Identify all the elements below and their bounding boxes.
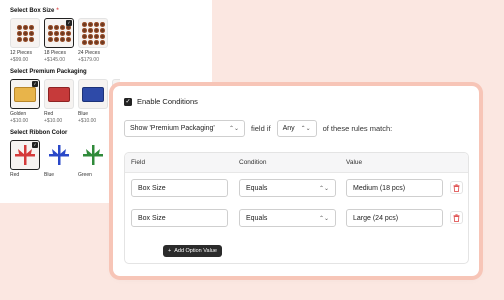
- trash-icon: [453, 213, 460, 222]
- option-red[interactable]: Red +$10.00: [44, 79, 74, 124]
- field-header: Field: [131, 159, 146, 166]
- chocolate-box-image: [78, 18, 108, 48]
- conditions-card: ✓ Enable Conditions Show 'Premium Packag…: [113, 86, 479, 276]
- chocolate-box-image: ✓: [44, 18, 74, 48]
- box-size-options: 12 Pieces +$99.00 ✓ 18 Pieces +$145.00 2…: [10, 18, 212, 63]
- chevron-updown-icon: ⌃⌄: [300, 126, 311, 132]
- option-18-pieces[interactable]: ✓ 18 Pieces +$145.00: [44, 18, 74, 63]
- table-header: Field Condition Value: [125, 153, 468, 173]
- packaging-title: Select Premium Packaging: [10, 69, 87, 75]
- checkbox-checked-icon[interactable]: ✓: [124, 97, 132, 106]
- blue-ribbon-icon: [44, 140, 74, 170]
- green-ribbon-icon: [78, 140, 108, 170]
- blue-box-image: [78, 79, 108, 109]
- add-option-value-button[interactable]: + Add Option Value: [163, 245, 222, 257]
- red-ribbon-icon: ✓: [10, 140, 40, 170]
- chocolate-box-image: [10, 18, 40, 48]
- chevron-updown-icon: ⌃⌄: [228, 126, 239, 132]
- option-24-pieces[interactable]: 24 Pieces +$179.00: [78, 18, 108, 63]
- field-input[interactable]: Box Size: [131, 209, 228, 227]
- condition-select[interactable]: Equals ⌃⌄: [239, 209, 336, 227]
- box-size-title: Select Box Size *: [10, 8, 59, 14]
- chevron-updown-icon: ⌃⌄: [318, 185, 329, 192]
- red-box-image: [44, 79, 74, 109]
- plus-icon: +: [168, 248, 172, 254]
- ribbon-green[interactable]: Green: [78, 140, 108, 178]
- rules-match-text: of these rules match:: [322, 124, 393, 133]
- ribbon-red[interactable]: ✓ Red: [10, 140, 40, 178]
- condition-sentence: Show 'Premium Packaging' ⌃⌄ field if Any…: [124, 120, 392, 137]
- option-blue[interactable]: Blue +$10.00: [78, 79, 108, 124]
- match-mode-select[interactable]: Any ⌃⌄: [276, 120, 317, 137]
- field-input[interactable]: Box Size: [131, 179, 228, 197]
- enable-conditions-label: Enable Conditions: [137, 97, 198, 106]
- field-if-text: field if: [251, 124, 271, 133]
- condition-header: Condition: [239, 159, 267, 166]
- enable-conditions-toggle[interactable]: ✓ Enable Conditions: [124, 97, 198, 106]
- value-header: Value: [346, 159, 363, 166]
- selected-check-icon: ✓: [32, 81, 38, 87]
- chevron-updown-icon: ⌃⌄: [318, 215, 329, 222]
- show-field-select[interactable]: Show 'Premium Packaging' ⌃⌄: [124, 120, 245, 137]
- option-12-pieces[interactable]: 12 Pieces +$99.00: [10, 18, 40, 63]
- value-input[interactable]: Medium (18 pcs): [346, 179, 443, 197]
- value-input[interactable]: Large (24 pcs): [346, 209, 443, 227]
- selected-check-icon: ✓: [32, 142, 38, 148]
- delete-row-button[interactable]: [450, 181, 463, 194]
- golden-box-image: ✓: [10, 79, 40, 109]
- delete-row-button[interactable]: [450, 211, 463, 224]
- table-row: Box Size Equals ⌃⌄ Medium (18 pcs): [125, 179, 468, 204]
- table-row: Box Size Equals ⌃⌄ Large (24 pcs): [125, 209, 468, 234]
- trash-icon: [453, 183, 460, 192]
- selected-check-icon: ✓: [66, 20, 72, 26]
- condition-select[interactable]: Equals ⌃⌄: [239, 179, 336, 197]
- option-golden[interactable]: ✓ Golden +$10.00: [10, 79, 40, 124]
- rules-table: Field Condition Value Box Size Equals ⌃⌄ …: [124, 152, 469, 264]
- ribbon-blue[interactable]: Blue: [44, 140, 74, 178]
